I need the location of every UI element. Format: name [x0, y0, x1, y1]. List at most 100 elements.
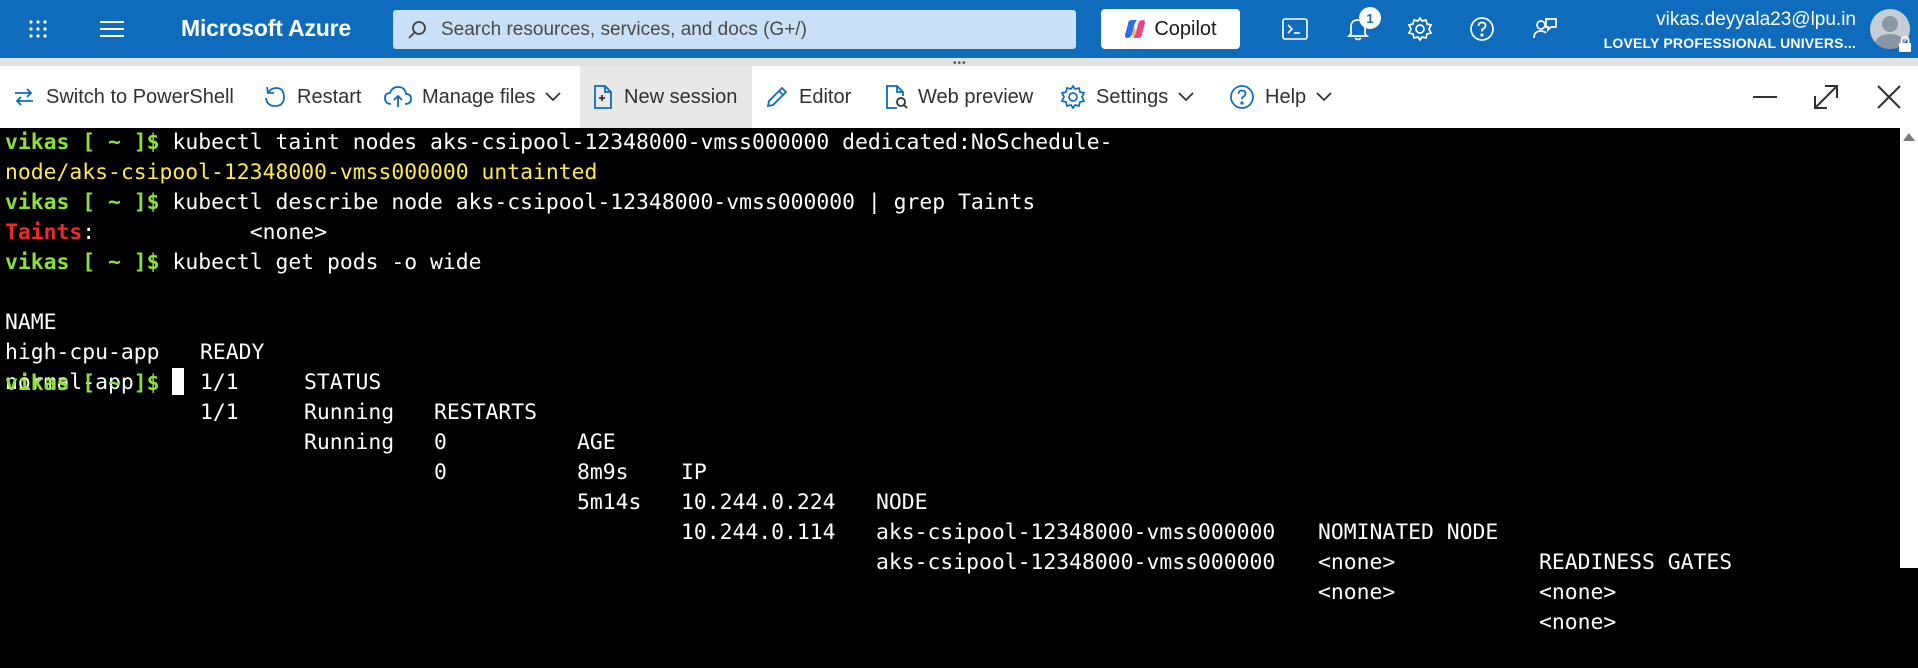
prompt-path: [ ~ ]$	[69, 371, 160, 396]
cloud-shell-toolbar: Switch to PowerShell Restart Manage file…	[0, 66, 1918, 128]
cloud-upload-icon	[384, 86, 412, 107]
minimize-icon	[1753, 96, 1777, 98]
column-header: NOMINATED NODE	[1318, 520, 1499, 545]
pod-restarts: 0	[434, 430, 447, 455]
feedback-icon	[1533, 18, 1557, 39]
taints-key: Taints	[5, 220, 83, 245]
portal-menu-button[interactable]	[90, 0, 134, 58]
terminal-scrollbar[interactable]	[1900, 128, 1918, 568]
pod-node: aks-csipool-12348000-vmss000000	[876, 550, 1276, 575]
pod-age: 5m14s	[577, 490, 642, 515]
restart-button[interactable]: Restart	[263, 66, 361, 128]
settings-button[interactable]	[1398, 0, 1442, 58]
settings-label: Settings	[1096, 85, 1169, 108]
prompt-user: vikas	[5, 371, 70, 396]
hamburger-icon	[100, 21, 124, 37]
copilot-button[interactable]: Copilot	[1101, 9, 1240, 49]
app-launcher-button[interactable]	[16, 0, 60, 58]
prompt-user: vikas	[5, 130, 70, 155]
pod-status: Running	[304, 430, 395, 455]
pod-readiness-gates: <none>	[1539, 610, 1617, 635]
feedback-button[interactable]	[1523, 0, 1567, 58]
prompt-user: vikas	[5, 250, 70, 275]
help-icon	[1230, 85, 1254, 109]
terminal-line[interactable]: vikas [ ~ ]$	[5, 368, 185, 398]
pod-restarts: 0	[434, 460, 447, 485]
pod-age: 8m9s	[577, 460, 629, 485]
pod-ready: 1/1	[200, 370, 239, 395]
cloud-shell-button[interactable]	[1273, 0, 1317, 58]
close-icon	[1877, 85, 1901, 109]
prompt-path: [ ~ ]$	[69, 130, 160, 155]
notification-badge: 1	[1359, 7, 1381, 29]
prompt-user: vikas	[5, 190, 70, 215]
pod-status: Running	[304, 400, 395, 425]
azure-header: Microsoft Azure Copilot 1	[0, 0, 1918, 58]
taints-value: : <none>	[82, 220, 327, 245]
gear-icon	[1407, 16, 1433, 42]
search-icon	[408, 20, 426, 39]
prompt-path: [ ~ ]$	[69, 250, 160, 275]
brand-title[interactable]: Microsoft Azure	[181, 15, 351, 42]
pod-node: aks-csipool-12348000-vmss000000	[876, 520, 1276, 545]
editor-button[interactable]: Editor	[765, 66, 851, 128]
switch-to-powershell-label: Switch to PowerShell	[46, 85, 234, 108]
search-input[interactable]	[439, 17, 1043, 42]
help-icon	[1470, 17, 1494, 41]
new-session-button[interactable]: New session	[580, 66, 752, 128]
account-menu[interactable]: vikas.deyyala23@lpu.in LOVELY PROFESSION…	[1604, 9, 1856, 51]
pod-readiness-gates: <none>	[1539, 580, 1617, 605]
manage-files-button[interactable]: Manage files	[384, 66, 562, 128]
user-org: LOVELY PROFESSIONAL UNIVERS...	[1603, 35, 1856, 51]
chevron-down-icon	[1316, 92, 1332, 102]
settings-menu-button[interactable]: Settings	[1060, 66, 1194, 128]
switch-to-powershell-button[interactable]: Switch to PowerShell	[12, 66, 234, 128]
notifications-button[interactable]: 1	[1336, 0, 1381, 58]
manage-files-label: Manage files	[422, 85, 536, 108]
column-header: STATUS	[304, 370, 382, 395]
help-menu-button[interactable]: Help	[1229, 66, 1332, 128]
terminal-line: vikas [ ~ ]$ kubectl describe node aks-c…	[5, 188, 1035, 218]
web-preview-icon	[886, 85, 908, 109]
terminal-line: vikas [ ~ ]$ kubectl get pods -o wide	[5, 248, 482, 278]
table-row: normal-app 1/1 Running 0 5m14s 10.244.0.…	[5, 338, 1895, 635]
gear-icon	[1060, 84, 1086, 110]
chevron-down-icon	[545, 92, 562, 102]
pod-ip: 10.244.0.114	[681, 520, 836, 545]
terminal-line: vikas [ ~ ]$ kubectl taint nodes aks-csi…	[5, 128, 1113, 158]
terminal-area[interactable]: vikas [ ~ ]$ kubectl taint nodes aks-csi…	[0, 128, 1900, 635]
table-row: high-cpu-app 1/1 Running 0 8m9s 10.244.0…	[5, 308, 1895, 605]
scroll-up-arrow-icon[interactable]	[1903, 133, 1915, 141]
restart-label: Restart	[297, 85, 362, 108]
pod-ip: 10.244.0.224	[681, 490, 836, 515]
column-header: AGE	[577, 430, 616, 455]
column-header: IP	[681, 460, 707, 485]
minimize-button[interactable]	[1740, 66, 1790, 128]
pod-nominated-node: <none>	[1318, 580, 1396, 605]
new-session-icon	[594, 85, 612, 109]
editor-label: Editor	[799, 85, 852, 108]
command-output: node/aks-csipool-12348000-vmss000000 unt…	[5, 160, 598, 185]
column-header: READINESS GATES	[1539, 550, 1733, 575]
web-preview-button[interactable]: Web preview	[884, 66, 1033, 128]
web-preview-label: Web preview	[918, 85, 1034, 108]
copilot-icon	[1125, 20, 1146, 38]
pods-table-header: NAME READY STATUS RESTARTS AGE IP NODE N…	[5, 278, 1895, 575]
waffle-icon	[29, 20, 47, 38]
maximize-icon	[1814, 85, 1838, 109]
close-button[interactable]	[1864, 66, 1914, 128]
global-search[interactable]	[393, 10, 1076, 49]
maximize-button[interactable]	[1801, 66, 1851, 128]
copilot-label: Copilot	[1154, 17, 1217, 40]
command-text: kubectl get pods -o wide	[159, 250, 482, 275]
pencil-icon	[766, 86, 788, 108]
terminal-cursor	[172, 368, 185, 395]
help-button[interactable]	[1460, 0, 1504, 58]
column-header: RESTARTS	[434, 400, 538, 425]
pod-nominated-node: <none>	[1318, 550, 1396, 575]
switch-arrows-icon	[15, 88, 33, 106]
command-text: kubectl describe node aks-csipool-123480…	[159, 190, 1036, 215]
pod-ready: 1/1	[200, 400, 239, 425]
chevron-down-icon	[1178, 92, 1194, 102]
prompt-path: [ ~ ]$	[69, 190, 160, 215]
